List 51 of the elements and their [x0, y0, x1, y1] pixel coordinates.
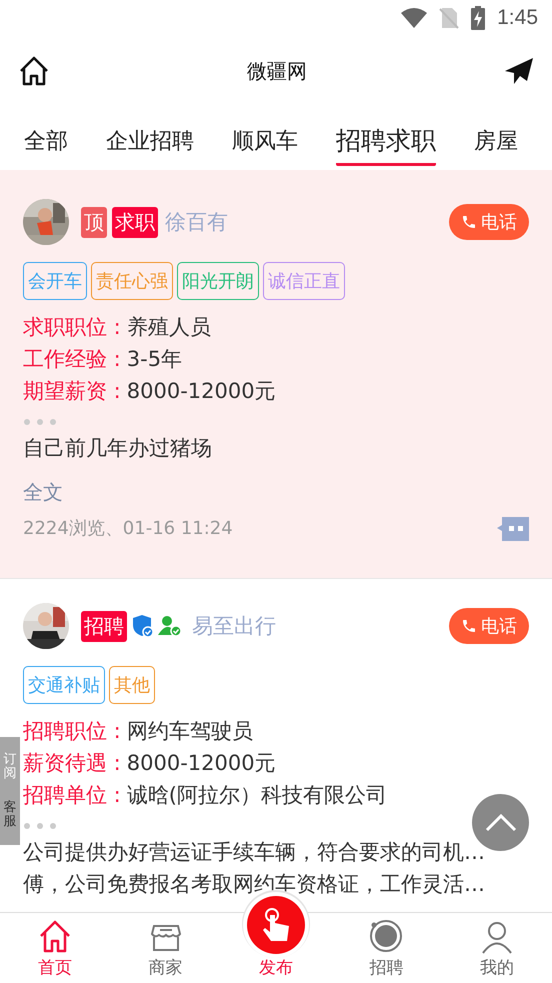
full-text-link[interactable]: 全文 [23, 476, 63, 508]
phone-icon [461, 618, 477, 634]
nav-tab[interactable]: 我的 [442, 913, 552, 983]
post-description: 自己前几年办过猪场 [23, 435, 213, 462]
pinned-badge: 顶 [81, 206, 107, 238]
battery-charging-icon [471, 6, 486, 30]
ellipsis-icon [23, 418, 57, 426]
skill-tag: 责任心强 [91, 262, 173, 300]
post-type-badge: 招聘 [81, 610, 127, 642]
field-label: 求职职位 : [23, 314, 121, 341]
field-label: 工作经验 : [23, 346, 121, 373]
no-sim-icon [439, 7, 460, 29]
nav-tab[interactable]: 首页 [0, 913, 110, 983]
clock-time: 1:45 [497, 6, 538, 30]
ellipsis-icon [23, 822, 57, 830]
field-value: 8000-12000元 [126, 378, 276, 405]
call-button[interactable]: 电话 [449, 204, 529, 240]
app-title: 微疆网 [247, 58, 307, 84]
skill-tag: 其他 [109, 666, 155, 704]
field-label: 招聘单位 : [23, 782, 121, 809]
views-and-date: 2224浏览、01-16 11:24 [23, 517, 233, 540]
field-value: 8000-12000元 [126, 750, 276, 777]
send-icon[interactable] [504, 57, 534, 85]
side-panel-link[interactable]: 客服 [3, 800, 17, 830]
hire-icon [368, 918, 404, 954]
field-value: 网约车驾驶员 [126, 718, 253, 745]
category-tab[interactable]: 顺风车 [232, 120, 298, 164]
field-value: 养殖人员 [126, 314, 211, 341]
field-value: 诚晗(阿拉尔）科技有限公司 [126, 782, 387, 809]
skill-tag: 诚信正直 [263, 262, 345, 300]
field-label: 招聘职位 : [23, 718, 121, 745]
post-description: 公司提供办好营运证手续车辆，符合要求的司机… [23, 839, 486, 866]
category-tab[interactable]: 房屋 [474, 120, 518, 164]
skill-tag: 阳光开朗 [177, 262, 259, 300]
home-icon[interactable] [18, 55, 50, 87]
nav-tab[interactable]: 招聘 [331, 913, 442, 983]
category-tab[interactable]: 招聘求职 [336, 118, 436, 166]
nav-tab[interactable]: 商家 [110, 913, 221, 983]
field-label: 薪资待遇 : [23, 750, 121, 777]
category-tab[interactable]: 全部 [24, 120, 68, 164]
call-button[interactable]: 电话 [449, 608, 529, 644]
user-icon [480, 920, 514, 954]
chevron-up-icon [484, 814, 516, 832]
post-type-badge: 求职 [112, 206, 158, 238]
category-tab[interactable]: 企业招聘 [106, 120, 194, 164]
phone-icon [461, 214, 477, 230]
wifi-icon [401, 8, 428, 28]
field-label: 期望薪资 : [23, 378, 121, 405]
skill-tag: 交通补贴 [23, 666, 105, 704]
field-value: 3-5年 [126, 346, 182, 373]
skill-tag: 会开车 [23, 262, 87, 300]
